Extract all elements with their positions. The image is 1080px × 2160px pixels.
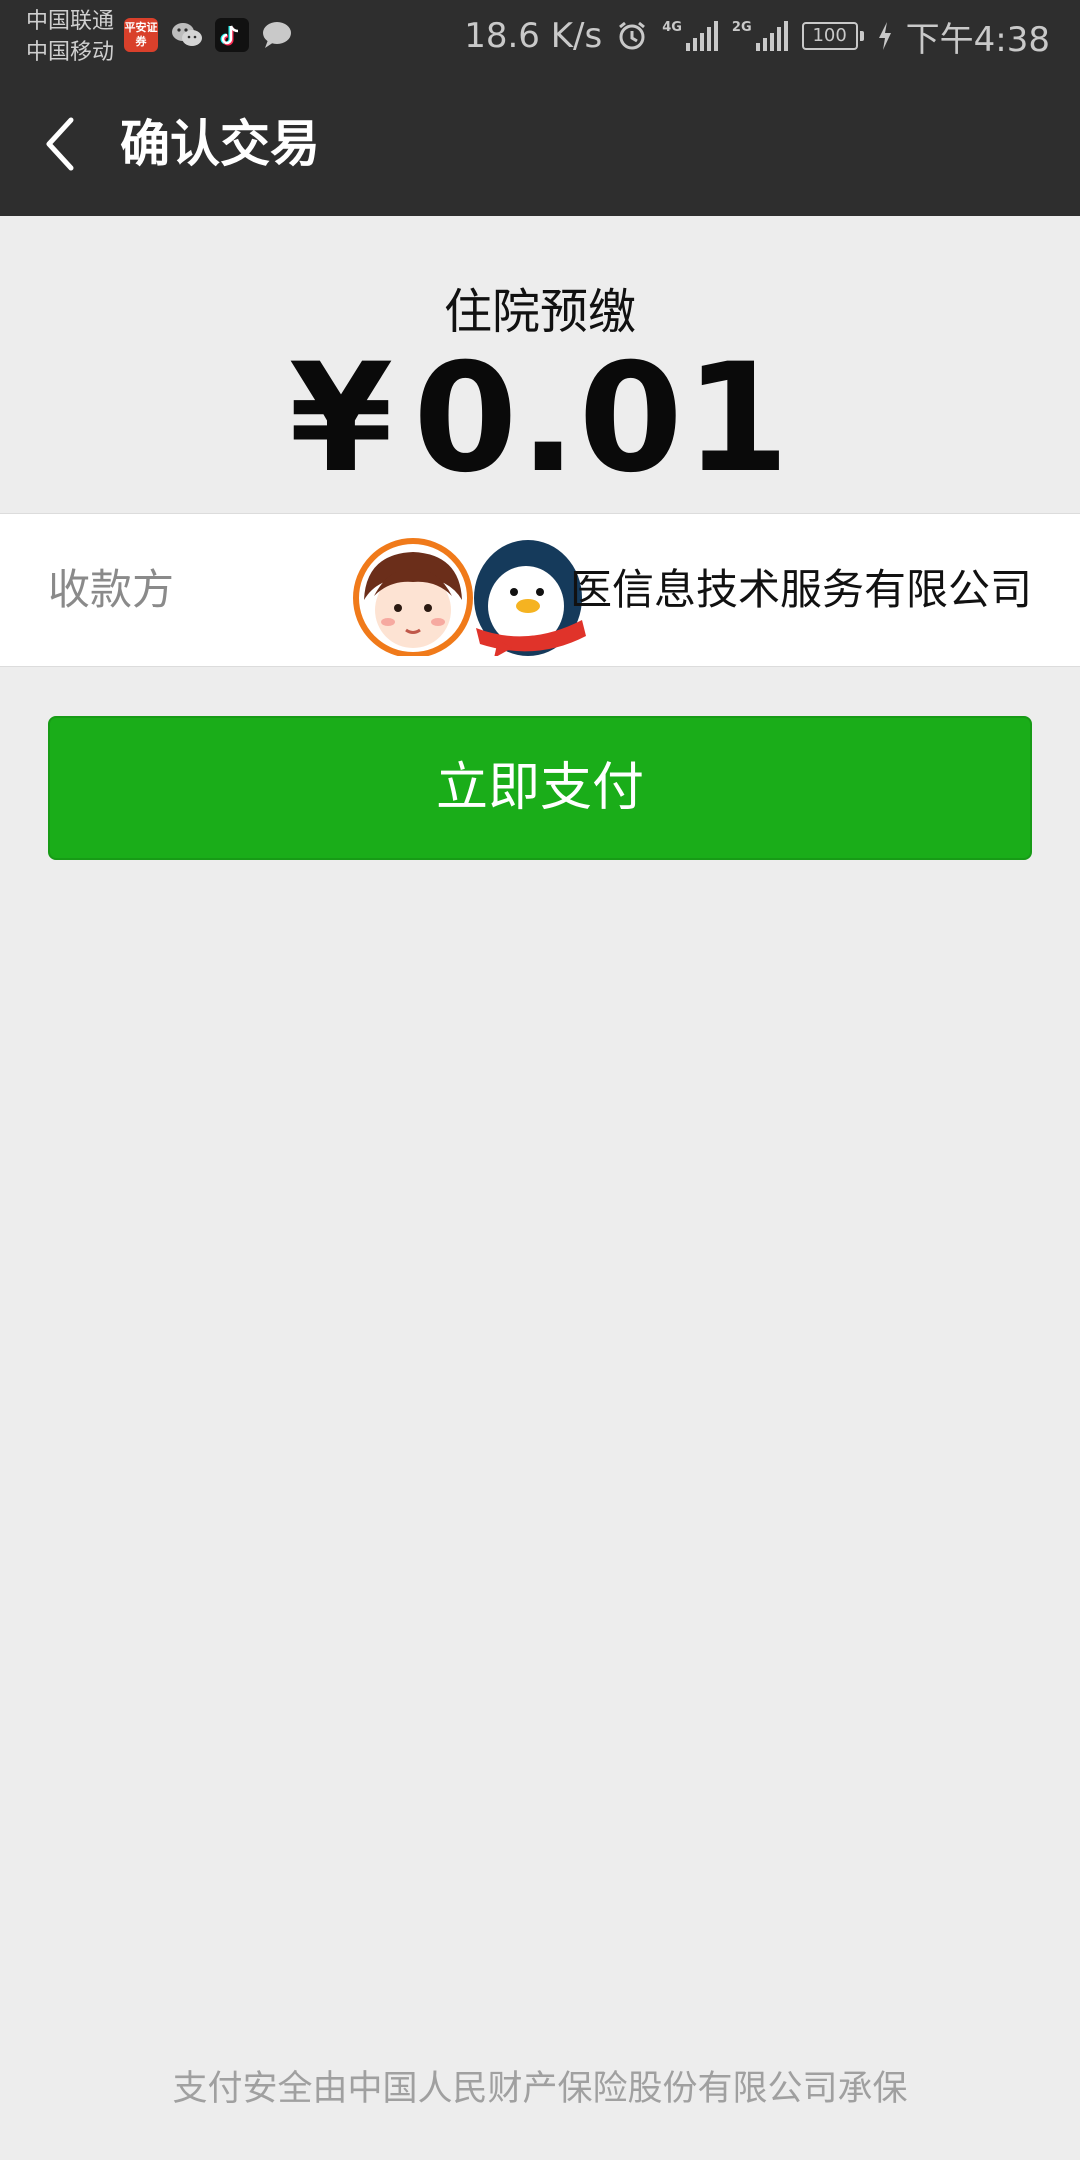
currency-symbol: ¥ bbox=[288, 332, 396, 506]
pingan-securities-icon: 平安证券 bbox=[124, 18, 158, 52]
payee-row: 收款方 医信息技术服务有限公司 bbox=[0, 513, 1080, 667]
alarm-icon bbox=[616, 20, 648, 52]
status-bar: 中国联通 中国移动 平安证券 18.6 K/s 4G 2G 100 下午4:38 bbox=[0, 0, 1080, 72]
message-icon bbox=[260, 18, 294, 52]
payee-label: 收款方 bbox=[48, 565, 175, 614]
back-button[interactable] bbox=[30, 108, 90, 180]
sticker-overlay bbox=[350, 536, 600, 658]
child-face-sticker bbox=[353, 538, 473, 658]
battery-level: 100 bbox=[801, 22, 858, 50]
network-2g-label: 2G bbox=[731, 20, 752, 35]
insurance-note: 支付安全由中国人民财产保险股份有限公司承保 bbox=[172, 2069, 908, 2109]
pay-now-button[interactable]: 立即支付 bbox=[48, 716, 1032, 860]
tiktok-icon bbox=[215, 18, 249, 52]
top-bar: 中国联通 中国移动 平安证券 18.6 K/s 4G 2G 100 下午4:38… bbox=[0, 0, 1080, 216]
carrier-1: 中国联通 bbox=[26, 9, 115, 34]
carrier-info: 中国联通 中国移动 bbox=[26, 6, 114, 68]
charging-icon bbox=[878, 22, 892, 50]
chevron-left-icon bbox=[46, 117, 74, 171]
wechat-icon bbox=[170, 18, 204, 52]
battery-icon: 100 bbox=[801, 22, 864, 50]
signal-2g-icon: 2G bbox=[732, 21, 788, 51]
page-title: 确认交易 bbox=[120, 115, 320, 173]
nav-bar: 确认交易 bbox=[0, 72, 1080, 216]
status-indicators: 18.6 K/s 4G 2G 100 下午4:38 bbox=[464, 14, 1050, 60]
signal-4g-icon: 4G bbox=[662, 21, 718, 51]
clock-time: 下午4:38 bbox=[905, 19, 1050, 60]
payment-amount: ¥0.01 bbox=[0, 334, 1080, 504]
amount-section: 住院预缴 ¥0.01 bbox=[0, 216, 1080, 513]
carrier-2: 中国移动 bbox=[26, 40, 115, 65]
payee-name: 医信息技术服务有限公司 bbox=[569, 565, 1032, 614]
amount-value: 0.01 bbox=[413, 332, 792, 506]
network-4g-label: 4G bbox=[662, 20, 682, 35]
net-speed: 18.6 K/s bbox=[464, 16, 603, 56]
